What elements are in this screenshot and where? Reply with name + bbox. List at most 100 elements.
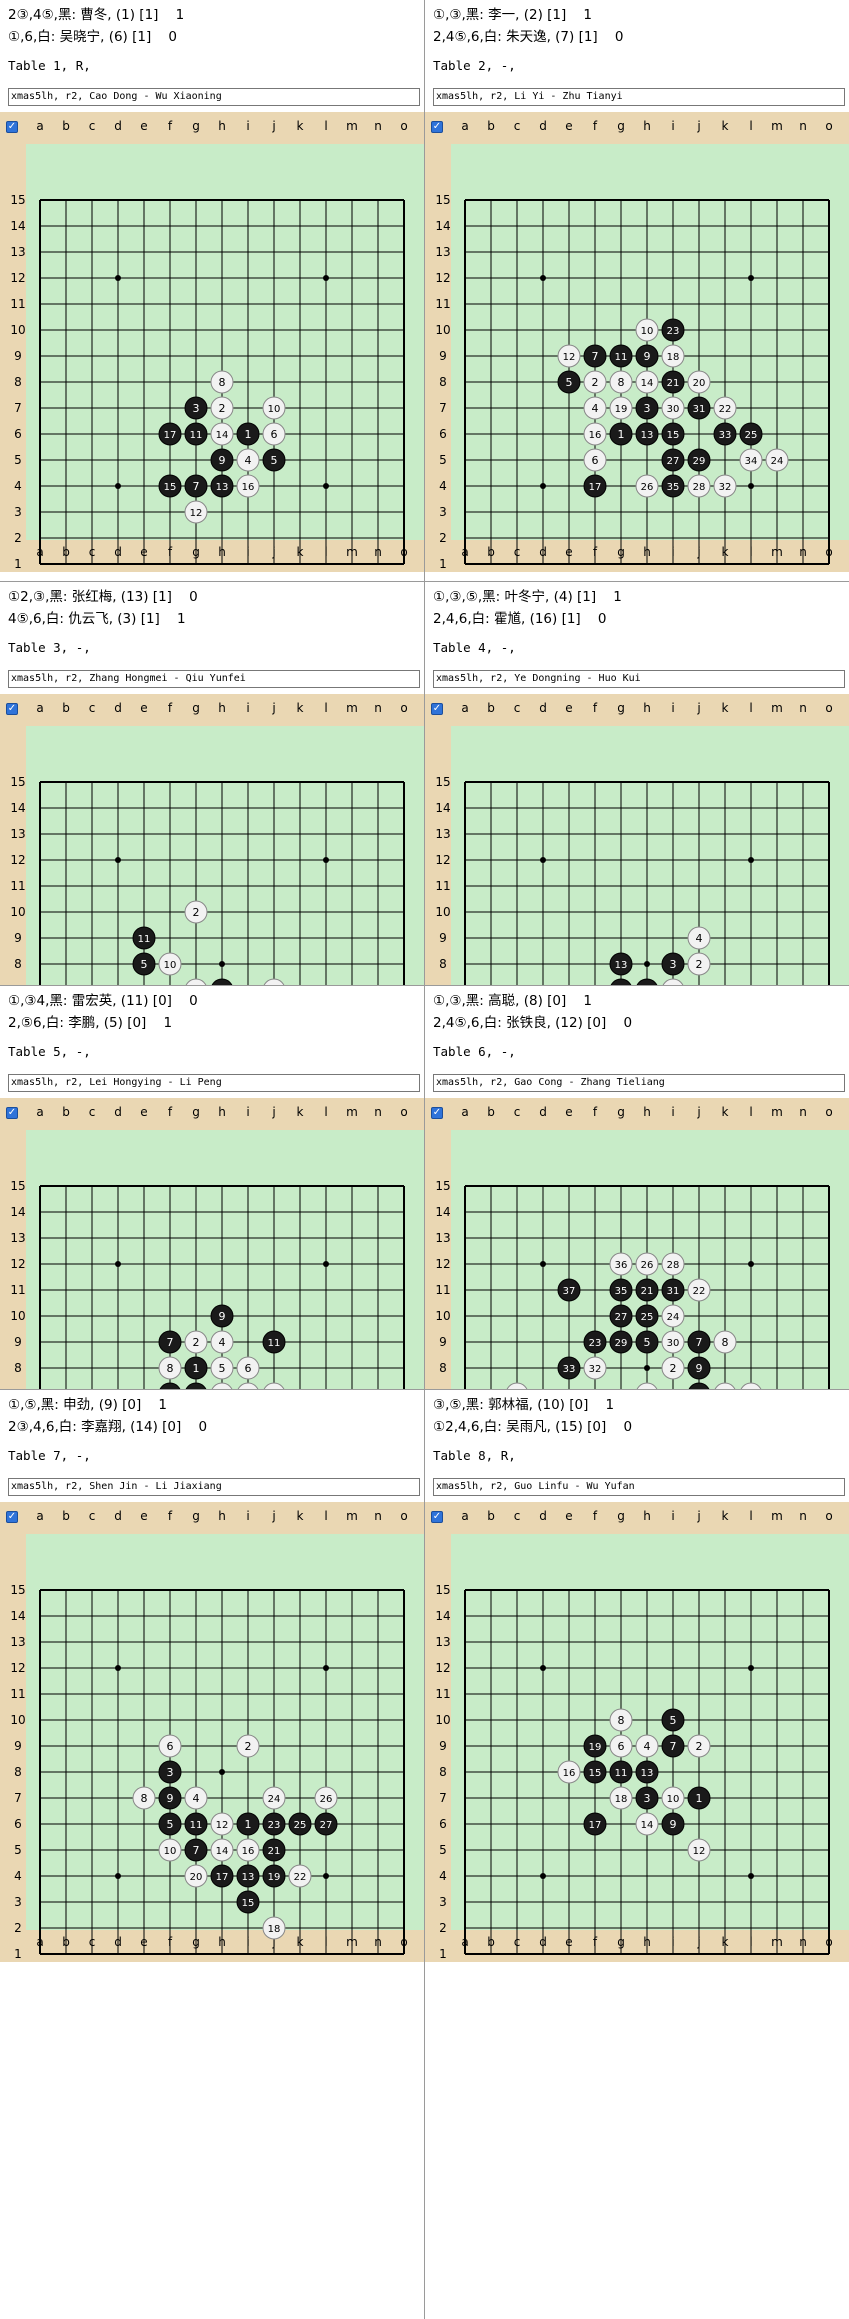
- white-stone: 16: [583, 422, 607, 446]
- move-number: 22: [693, 1286, 706, 1297]
- move-number: 22: [719, 404, 732, 415]
- board-surface: [451, 726, 849, 986]
- black-stone: 1: [609, 422, 633, 446]
- star-point: [540, 857, 546, 863]
- game-panel-4: ①,③,⑤,黑: 叶冬宁, (4) [1] 1 2,4,6,白: 霍馗, (16)…: [425, 582, 849, 986]
- col-label-top: b: [487, 119, 495, 133]
- move-number: 11: [190, 430, 203, 441]
- white-stone: 36: [609, 1252, 633, 1276]
- game-title-bar: xmas5lh, r2, Cao Dong - Wu Xiaoning: [8, 88, 420, 106]
- col-label-top: c: [89, 119, 96, 133]
- black-stone: 33: [557, 1356, 581, 1380]
- black-stone: 7: [583, 344, 607, 368]
- game-title-bar: xmas5lh, r2, Guo Linfu - Wu Yufan: [433, 1478, 845, 1496]
- col-label-bottom: l: [749, 1935, 752, 1949]
- move-number: 9: [219, 1310, 226, 1323]
- row-label: 8: [14, 1765, 22, 1779]
- gomoku-board[interactable]: aabbccddeeffgghhiijjkkllmmnnoo1514131211…: [425, 694, 849, 986]
- move-number: 5: [670, 1714, 677, 1727]
- col-label-bottom: a: [36, 545, 43, 559]
- col-label-bottom: o: [400, 545, 407, 559]
- gomoku-board[interactable]: aabbccddeeffgghhiijjkkllmmnnoo1514131211…: [0, 1502, 424, 1962]
- move-number: 34: [745, 456, 758, 467]
- row-label: 7: [439, 401, 447, 415]
- move-number: 9: [670, 1818, 677, 1831]
- horizontal-divider: [0, 581, 849, 582]
- col-label-top: a: [36, 1509, 43, 1523]
- row-label: 14: [435, 1205, 450, 1219]
- black-stone: 9: [687, 1356, 711, 1380]
- row-label: 1: [439, 557, 447, 571]
- game-panel-6: ①,③,黑: 高聪, (8) [0] 1 2,4⑤,6,白: 张铁良, (12) …: [425, 986, 849, 1390]
- row-label: 13: [435, 1635, 450, 1649]
- col-label-top: f: [593, 1509, 598, 1523]
- col-label-top: m: [346, 1509, 358, 1523]
- col-label-top: b: [487, 701, 495, 715]
- move-number: 5: [219, 1362, 226, 1375]
- black-stone: 7: [687, 1330, 711, 1354]
- game-panel-1: 2③,4⑤,黑: 曹冬, (1) [1] 1 ①,6,白: 吴晓宁, (6) [1…: [0, 0, 424, 582]
- row-label: 11: [10, 297, 25, 311]
- black-player-info: ①,③,⑤,黑: 叶冬宁, (4) [1] 1: [433, 589, 622, 605]
- col-label-top: h: [218, 1509, 226, 1523]
- move-number: 2: [193, 906, 200, 919]
- white-stone: 6: [158, 1734, 182, 1758]
- white-stone: 4: [210, 1330, 234, 1354]
- white-stone: 20: [184, 1864, 208, 1888]
- white-stone: 12: [184, 500, 208, 524]
- row-label: 13: [10, 1231, 25, 1245]
- gomoku-board[interactable]: aabbccddeeffgghhiijjkkllmmnnoo1514131211…: [425, 1098, 849, 1390]
- white-stone: 4: [635, 1734, 659, 1758]
- white-stone: 8: [132, 1786, 156, 1810]
- star-point: [540, 275, 546, 281]
- move-number: 26: [641, 1260, 654, 1271]
- gomoku-board[interactable]: aabbccddeeffgghhiijjkkllmmnnoo1514131211…: [0, 1098, 424, 1390]
- move-number: 20: [190, 1872, 203, 1883]
- col-label-top: a: [461, 119, 468, 133]
- gomoku-board[interactable]: aabbccddeeffgghhiijjkkllmmnnoo1514131211…: [0, 112, 424, 572]
- col-label-top: i: [671, 1509, 674, 1523]
- col-label-top: n: [374, 701, 382, 715]
- col-label-top: c: [89, 701, 96, 715]
- col-label-top: c: [514, 1509, 521, 1523]
- move-number: 4: [592, 402, 599, 415]
- move-number: 8: [618, 1714, 625, 1727]
- gomoku-board[interactable]: aabbccddeeffgghhiijjkkllmmnnoo1514131211…: [425, 1502, 849, 1962]
- col-label-top: d: [114, 1509, 122, 1523]
- col-label-top: h: [643, 119, 651, 133]
- board-frame: ✓aabbccddeeffgghhiijjkkllmmnnoo151413121…: [0, 694, 424, 986]
- row-label: 15: [10, 193, 25, 207]
- col-label-top: i: [246, 119, 249, 133]
- black-stone: 5: [635, 1330, 659, 1354]
- row-label: 14: [10, 1205, 25, 1219]
- star-point: [644, 961, 650, 967]
- col-label-top: a: [36, 701, 43, 715]
- black-stone: 9: [635, 344, 659, 368]
- col-label-top: a: [36, 119, 43, 133]
- board-frame: ✓aabbccddeeffgghhiijjkkllmmnnoo151413121…: [425, 694, 849, 986]
- col-label-top: e: [565, 1509, 572, 1523]
- col-label-top: o: [400, 1509, 407, 1523]
- col-label-bottom: i: [246, 1935, 249, 1949]
- white-stone: 8: [158, 1356, 182, 1380]
- row-label: 10: [435, 1309, 450, 1323]
- gomoku-board[interactable]: aabbccddeeffgghhiijjkkllmmnnoo1514131211…: [0, 694, 424, 986]
- white-stone: 30: [661, 396, 685, 420]
- col-label-top: i: [246, 701, 249, 715]
- gomoku-board[interactable]: aabbccddeeffgghhiijjkkllmmnnoo1514131211…: [425, 112, 849, 572]
- black-stone: 15: [158, 474, 182, 498]
- move-number: 5: [167, 1818, 174, 1831]
- move-number: 6: [245, 1362, 252, 1375]
- move-number: 1: [193, 1362, 200, 1375]
- move-number: 14: [216, 430, 229, 441]
- row-label: 8: [439, 375, 447, 389]
- col-label-top: m: [771, 701, 783, 715]
- black-player-info: 2③,4⑤,黑: 曹冬, (1) [1] 1: [8, 7, 185, 23]
- move-number: 4: [696, 932, 703, 945]
- star-point: [115, 1261, 121, 1267]
- move-number: 21: [268, 1846, 281, 1857]
- white-stone: 22: [288, 1864, 312, 1888]
- col-label-bottom: d: [114, 1935, 122, 1949]
- col-label-bottom: l: [749, 545, 752, 559]
- col-label-top: m: [346, 1105, 358, 1119]
